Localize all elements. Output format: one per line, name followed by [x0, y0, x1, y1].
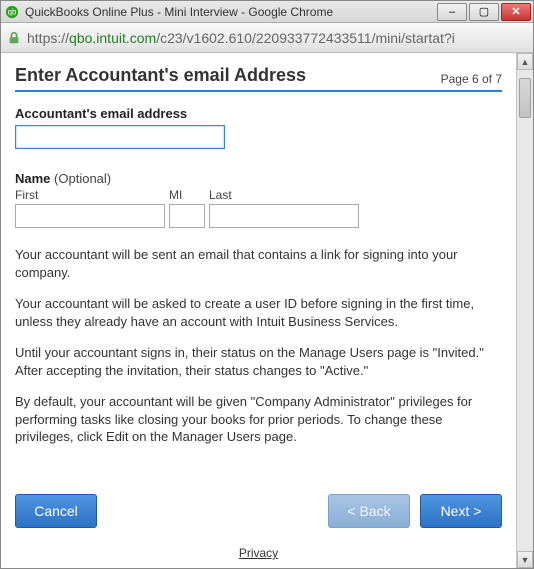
- last-name-input[interactable]: [209, 204, 359, 228]
- spacer: [15, 446, 502, 466]
- vertical-scrollbar[interactable]: ▲ ▼: [516, 53, 533, 568]
- info-paragraph-4: By default, your accountant will be give…: [15, 393, 502, 446]
- url-host: qbo.intuit.com: [69, 30, 156, 46]
- heading-row: Enter Accountant's email Address Page 6 …: [15, 65, 502, 92]
- page-viewport: Enter Accountant's email Address Page 6 …: [1, 53, 516, 568]
- info-paragraph-2: Your accountant will be asked to create …: [15, 295, 502, 330]
- info-paragraph-3: Until your accountant signs in, their st…: [15, 344, 502, 379]
- mi-label: MI: [169, 188, 205, 202]
- url-text: https://qbo.intuit.com/c23/v1602.610/220…: [27, 30, 455, 46]
- name-label: Name: [15, 171, 50, 186]
- back-button[interactable]: < Back: [328, 494, 410, 528]
- first-name-col: First: [15, 188, 165, 228]
- mi-col: MI: [169, 188, 205, 228]
- minimize-button[interactable]: –: [437, 3, 467, 21]
- svg-text:qb: qb: [8, 7, 17, 16]
- window-titlebar: qb QuickBooks Online Plus - Mini Intervi…: [1, 1, 533, 23]
- button-row: Cancel < Back Next >: [15, 494, 502, 528]
- window-title: QuickBooks Online Plus - Mini Interview …: [25, 5, 437, 19]
- info-paragraph-1: Your accountant will be sent an email th…: [15, 246, 502, 281]
- email-label: Accountant's email address: [15, 106, 502, 121]
- page-title: Enter Accountant's email Address: [15, 65, 306, 86]
- window-controls: – ▢ ✕: [437, 3, 531, 21]
- mi-input[interactable]: [169, 204, 205, 228]
- url-path: /c23/v1602.610/220933772433511/mini/star…: [156, 30, 455, 46]
- name-section: Name (Optional) First MI Last: [15, 171, 502, 228]
- content-wrap: Enter Accountant's email Address Page 6 …: [1, 53, 533, 568]
- name-row: First MI Last: [15, 188, 502, 228]
- first-label: First: [15, 188, 165, 202]
- right-buttons: < Back Next >: [328, 494, 502, 528]
- chrome-window: qb QuickBooks Online Plus - Mini Intervi…: [0, 0, 534, 569]
- maximize-button[interactable]: ▢: [469, 3, 499, 21]
- first-name-input[interactable]: [15, 204, 165, 228]
- lock-icon: [7, 31, 21, 45]
- scroll-up-arrow-icon[interactable]: ▲: [517, 53, 533, 70]
- last-label: Last: [209, 188, 359, 202]
- name-heading: Name (Optional): [15, 171, 502, 186]
- last-name-col: Last: [209, 188, 359, 228]
- scroll-thumb[interactable]: [519, 78, 531, 118]
- accountant-email-input[interactable]: [15, 125, 225, 149]
- qb-favicon-icon: qb: [5, 5, 19, 19]
- cancel-button[interactable]: Cancel: [15, 494, 97, 528]
- close-button[interactable]: ✕: [501, 3, 531, 21]
- privacy-link[interactable]: Privacy: [15, 546, 502, 560]
- next-button[interactable]: Next >: [420, 494, 502, 528]
- scroll-down-arrow-icon[interactable]: ▼: [517, 551, 533, 568]
- url-scheme: https://: [27, 30, 69, 46]
- page-indicator: Page 6 of 7: [441, 72, 502, 86]
- address-bar[interactable]: https://qbo.intuit.com/c23/v1602.610/220…: [1, 23, 533, 53]
- name-optional: (Optional): [54, 171, 111, 186]
